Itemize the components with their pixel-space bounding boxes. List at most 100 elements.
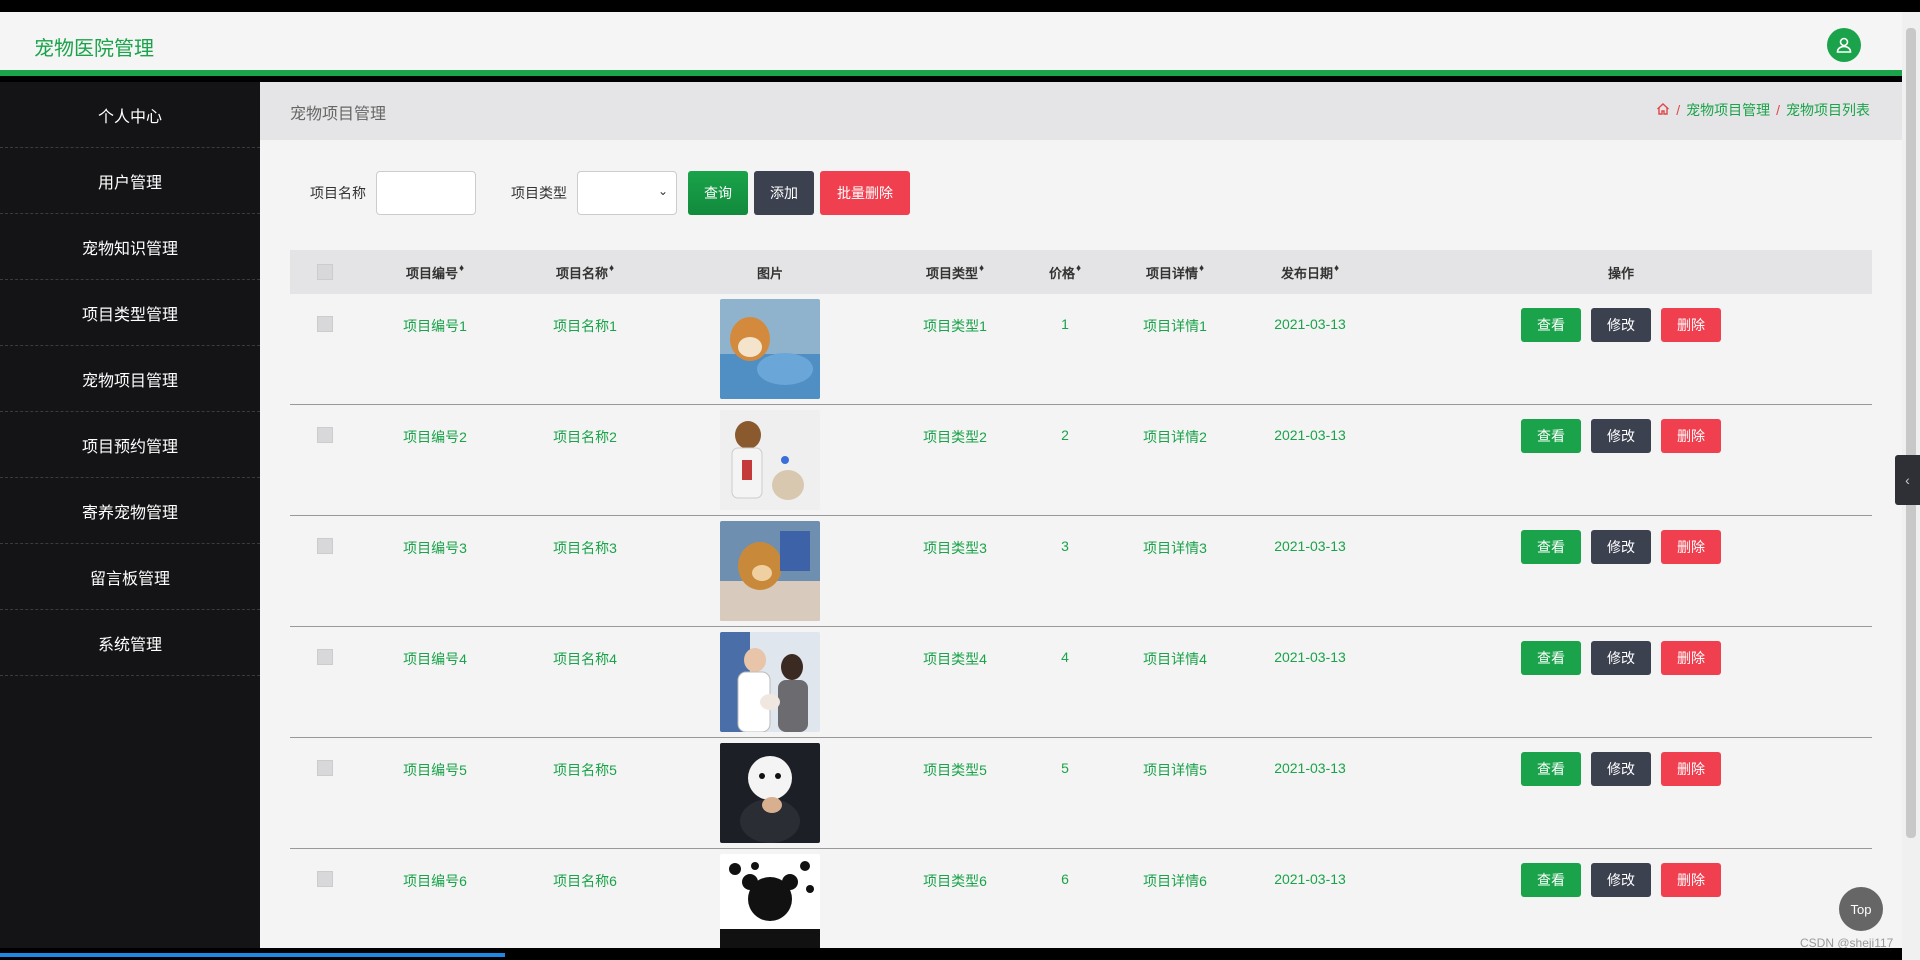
delete-button[interactable]: 删除 (1661, 419, 1721, 453)
row-checkbox[interactable] (317, 538, 333, 554)
edit-button[interactable]: 修改 (1591, 863, 1651, 897)
edit-button[interactable]: 修改 (1591, 530, 1651, 564)
sidebar: 个人中心 用户管理 宠物知识管理 项目类型管理 宠物项目管理 项目预约管理 寄养… (0, 82, 260, 948)
row-checkbox[interactable] (317, 427, 333, 443)
project-image (720, 743, 820, 843)
project-name: 项目名称5 (553, 762, 617, 778)
view-button[interactable]: 查看 (1521, 863, 1581, 897)
chevron-down-icon: ⌄ (657, 184, 668, 198)
sidebar-item-boarding[interactable]: 寄养宠物管理 (0, 478, 260, 544)
publish-date: 2021-03-13 (1274, 871, 1346, 887)
delete-button[interactable]: 删除 (1661, 863, 1721, 897)
sidebar-item-system[interactable]: 系统管理 (0, 610, 260, 676)
col-image: 图片 (756, 265, 783, 281)
progress-bar (0, 953, 505, 957)
select-all-checkbox[interactable] (317, 264, 333, 280)
project-code: 项目编号1 (403, 318, 467, 334)
col-code[interactable]: 项目编号 ♦ (360, 263, 510, 282)
view-button[interactable]: 查看 (1521, 641, 1581, 675)
view-button[interactable]: 查看 (1521, 530, 1581, 564)
edit-button[interactable]: 修改 (1591, 752, 1651, 786)
project-image (720, 854, 820, 948)
project-type: 项目类型4 (923, 651, 987, 667)
project-image (720, 521, 820, 621)
back-to-top-button[interactable]: Top (1839, 887, 1883, 931)
col-date[interactable]: 发布日期 ♦ (1250, 263, 1370, 282)
table-row: 项目编号4 项目名称4 项目类型4 4 项目详情4 2021-03-13 查看 … (290, 627, 1872, 738)
project-type-select[interactable]: ⌄ (577, 171, 677, 215)
delete-button[interactable]: 删除 (1661, 308, 1721, 342)
project-name: 项目名称4 (553, 651, 617, 667)
project-image (720, 632, 820, 732)
breadcrumb-item-project-list: 宠物项目列表 (1786, 102, 1870, 118)
project-code: 项目编号4 (403, 651, 467, 667)
row-checkbox[interactable] (317, 760, 333, 776)
sort-icon: ♦ (1333, 262, 1340, 274)
sidebar-item-pet-knowledge[interactable]: 宠物知识管理 (0, 214, 260, 280)
project-code: 项目编号6 (403, 873, 467, 889)
edit-button[interactable]: 修改 (1591, 419, 1651, 453)
project-name: 项目名称3 (553, 540, 617, 556)
project-detail: 项目详情4 (1143, 651, 1207, 667)
table-row: 项目编号1 项目名称1 项目类型1 1 项目详情1 2021-03-13 查看 … (290, 294, 1872, 405)
page-header: 宠物项目管理 / 宠物项目管理 / 宠物项目列表 (260, 82, 1902, 140)
project-name-input[interactable] (376, 171, 476, 215)
col-name[interactable]: 项目名称 ♦ (510, 263, 660, 282)
breadcrumb-item-project-management[interactable]: 宠物项目管理 (1686, 100, 1770, 120)
project-price: 4 (1061, 649, 1069, 665)
project-code: 项目编号3 (403, 540, 467, 556)
project-detail: 项目详情3 (1143, 540, 1207, 556)
project-type: 项目类型2 (923, 429, 987, 445)
col-detail[interactable]: 项目详情 ♦ (1100, 263, 1250, 282)
project-image (720, 299, 820, 399)
project-code: 项目编号5 (403, 762, 467, 778)
sort-icon: ♦ (1075, 262, 1082, 274)
publish-date: 2021-03-13 (1274, 316, 1346, 332)
col-actions: 操作 (1607, 265, 1634, 281)
publish-date: 2021-03-13 (1274, 538, 1346, 554)
project-table: 项目编号 ♦ 项目名称 ♦ 图片 项目类型 ♦ 价格 ♦ 项目详情 ♦ 发布日期 ♦ 操作 … (290, 250, 1872, 948)
project-code: 项目编号2 (403, 429, 467, 445)
table-row: 项目编号3 项目名称3 项目类型3 3 项目详情3 2021-03-13 查看 … (290, 516, 1872, 627)
col-price[interactable]: 价格 ♦ (1030, 263, 1100, 282)
row-checkbox[interactable] (317, 871, 333, 887)
publish-date: 2021-03-13 (1274, 427, 1346, 443)
project-name: 项目名称2 (553, 429, 617, 445)
project-detail: 项目详情1 (1143, 318, 1207, 334)
row-checkbox[interactable] (317, 316, 333, 332)
project-type: 项目类型3 (923, 540, 987, 556)
sidebar-item-personal-center[interactable]: 个人中心 (0, 82, 260, 148)
user-icon[interactable] (1827, 28, 1861, 62)
home-icon[interactable] (1656, 102, 1670, 119)
edit-button[interactable]: 修改 (1591, 308, 1651, 342)
sort-icon: ♦ (608, 262, 615, 274)
sidebar-item-pet-projects[interactable]: 宠物项目管理 (0, 346, 260, 412)
project-detail: 项目详情5 (1143, 762, 1207, 778)
sidebar-item-users[interactable]: 用户管理 (0, 148, 260, 214)
edit-button[interactable]: 修改 (1591, 641, 1651, 675)
col-type[interactable]: 项目类型 ♦ (880, 263, 1030, 282)
sidebar-item-project-types[interactable]: 项目类型管理 (0, 280, 260, 346)
view-button[interactable]: 查看 (1521, 308, 1581, 342)
project-name: 项目名称6 (553, 873, 617, 889)
publish-date: 2021-03-13 (1274, 760, 1346, 776)
delete-button[interactable]: 删除 (1661, 530, 1721, 564)
chevron-left-icon[interactable]: ‹ (1895, 455, 1920, 505)
publish-date: 2021-03-13 (1274, 649, 1346, 665)
query-button[interactable]: 查询 (688, 171, 748, 215)
project-detail: 项目详情6 (1143, 873, 1207, 889)
sidebar-item-appointments[interactable]: 项目预约管理 (0, 412, 260, 478)
project-price: 3 (1061, 538, 1069, 554)
top-bezel (0, 0, 1920, 12)
add-button[interactable]: 添加 (754, 171, 814, 215)
delete-button[interactable]: 删除 (1661, 752, 1721, 786)
view-button[interactable]: 查看 (1521, 419, 1581, 453)
delete-button[interactable]: 删除 (1661, 641, 1721, 675)
sidebar-item-message-board[interactable]: 留言板管理 (0, 544, 260, 610)
search-bar: 项目名称 项目类型 ⌄ 查询 添加 批量删除 (310, 170, 910, 216)
row-checkbox[interactable] (317, 649, 333, 665)
scrollbar-thumb[interactable] (1906, 28, 1916, 838)
view-button[interactable]: 查看 (1521, 752, 1581, 786)
batch-delete-button[interactable]: 批量删除 (820, 171, 910, 215)
app-header: 宠物医院管理 (0, 12, 1902, 76)
